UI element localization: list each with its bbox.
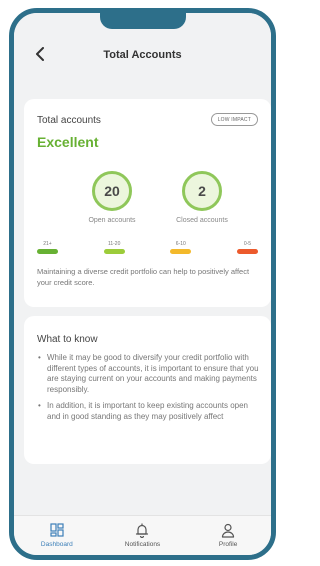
closed-accounts-value: 2 <box>182 171 222 211</box>
tab-dashboard[interactable]: Dashboard <box>22 516 92 548</box>
info-bullet: While it may be good to diversify your c… <box>37 353 259 395</box>
rating-scale: 21+ 11-20 6-10 0-5 <box>37 241 258 254</box>
phone-notch <box>100 13 186 29</box>
impact-badge: LOW IMPACT <box>210 113 258 126</box>
scale-segment-label: 6-10 <box>175 241 186 247</box>
tab-profile-label: Profile <box>218 541 238 548</box>
dashboard-icon <box>50 523 64 537</box>
scale-segment-bar <box>236 249 258 254</box>
summary-title: Total accounts <box>37 115 101 126</box>
summary-description: Maintaining a diverse credit portfolio c… <box>37 267 250 287</box>
scale-segment: 11-20 <box>103 241 125 254</box>
tab-notifications[interactable]: Notifications <box>107 516 177 548</box>
chevron-left-icon <box>36 47 44 61</box>
info-title: What to know <box>37 334 98 345</box>
scale-segment-label: 11-20 <box>107 241 121 247</box>
bell-icon <box>136 522 149 538</box>
open-accounts-stat: 20 Open accounts <box>72 171 152 224</box>
info-list: While it may be good to diversify your c… <box>37 353 259 429</box>
open-accounts-label: Open accounts <box>88 217 136 224</box>
phone-frame: Total Accounts Total accounts LOW IMPACT… <box>9 8 276 560</box>
scale-segment-label: 0-5 <box>243 241 252 247</box>
scale-segment-label: 21+ <box>43 241 52 247</box>
user-icon <box>222 523 235 538</box>
tab-notifications-label: Notifications <box>124 541 161 548</box>
bottom-tab-bar: Dashboard Notifications Profile <box>14 515 271 555</box>
scale-segment-bar <box>37 249 58 254</box>
scale-segment-bar <box>103 249 125 254</box>
scale-segment: 0-5 <box>236 241 258 254</box>
closed-accounts-label: Closed accounts <box>176 217 228 224</box>
info-card[interactable]: What to know While it may be good to div… <box>24 316 271 464</box>
back-button[interactable] <box>32 46 48 62</box>
open-accounts-value: 20 <box>92 171 132 211</box>
scale-segment-bar <box>170 249 192 254</box>
tab-profile[interactable]: Profile <box>193 516 263 548</box>
summary-card: Total accounts LOW IMPACT Excellent 20 O… <box>24 99 271 307</box>
page-title: Total Accounts <box>103 49 182 61</box>
info-bullet: In addition, it is important to keep exi… <box>37 401 259 422</box>
rating-label: Excellent <box>37 134 99 150</box>
closed-accounts-stat: 2 Closed accounts <box>162 171 242 224</box>
scale-segment: 21+ <box>37 241 58 254</box>
scale-segment: 6-10 <box>170 241 192 254</box>
tab-dashboard-label: Dashboard <box>40 541 73 548</box>
